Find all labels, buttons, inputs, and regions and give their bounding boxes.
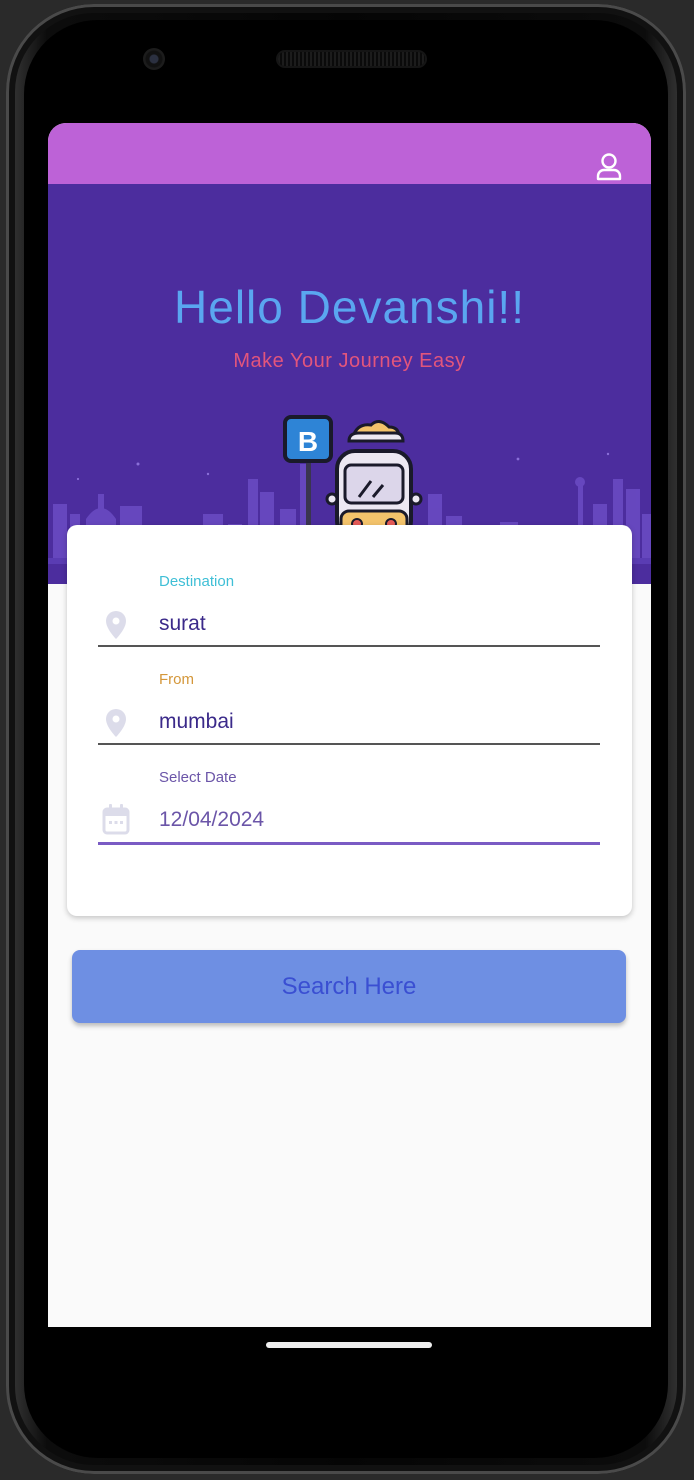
date-underline <box>98 842 600 845</box>
search-form-card: Destination surat From mumbai Select Dat… <box>67 525 632 916</box>
destination-input[interactable]: surat <box>159 612 206 636</box>
destination-field[interactable]: Destination surat <box>98 573 600 649</box>
app-bar <box>48 123 651 184</box>
hero-banner: Hello Devanshi!! Make Your Journey Easy <box>48 184 651 584</box>
earpiece-speaker <box>278 52 425 66</box>
date-field[interactable]: Select Date 12/04/2024 <box>98 769 600 847</box>
date-input[interactable]: 12/04/2024 <box>159 808 264 832</box>
person-outline-icon[interactable] <box>595 152 623 182</box>
location-pin-icon <box>106 611 126 639</box>
greeting-title: Hello Devanshi!! <box>174 281 525 333</box>
from-underline <box>98 743 600 745</box>
front-camera <box>143 48 165 70</box>
tagline-text: Make Your Journey Easy <box>233 350 466 372</box>
app-screen: Hello Devanshi!! Make Your Journey Easy <box>48 123 651 1327</box>
from-input[interactable]: mumbai <box>159 710 234 734</box>
date-label: Select Date <box>159 769 237 786</box>
bus-stop-sign-letter: B <box>298 426 318 457</box>
home-indicator[interactable] <box>266 1342 432 1348</box>
destination-label: Destination <box>159 573 235 590</box>
destination-underline <box>98 645 600 647</box>
search-button-label: Search Here <box>281 972 417 1000</box>
from-label: From <box>159 671 194 688</box>
location-pin-icon <box>106 709 126 737</box>
calendar-icon[interactable] <box>102 803 130 835</box>
search-button[interactable]: Search Here <box>72 950 626 1023</box>
from-field[interactable]: From mumbai <box>98 671 600 747</box>
